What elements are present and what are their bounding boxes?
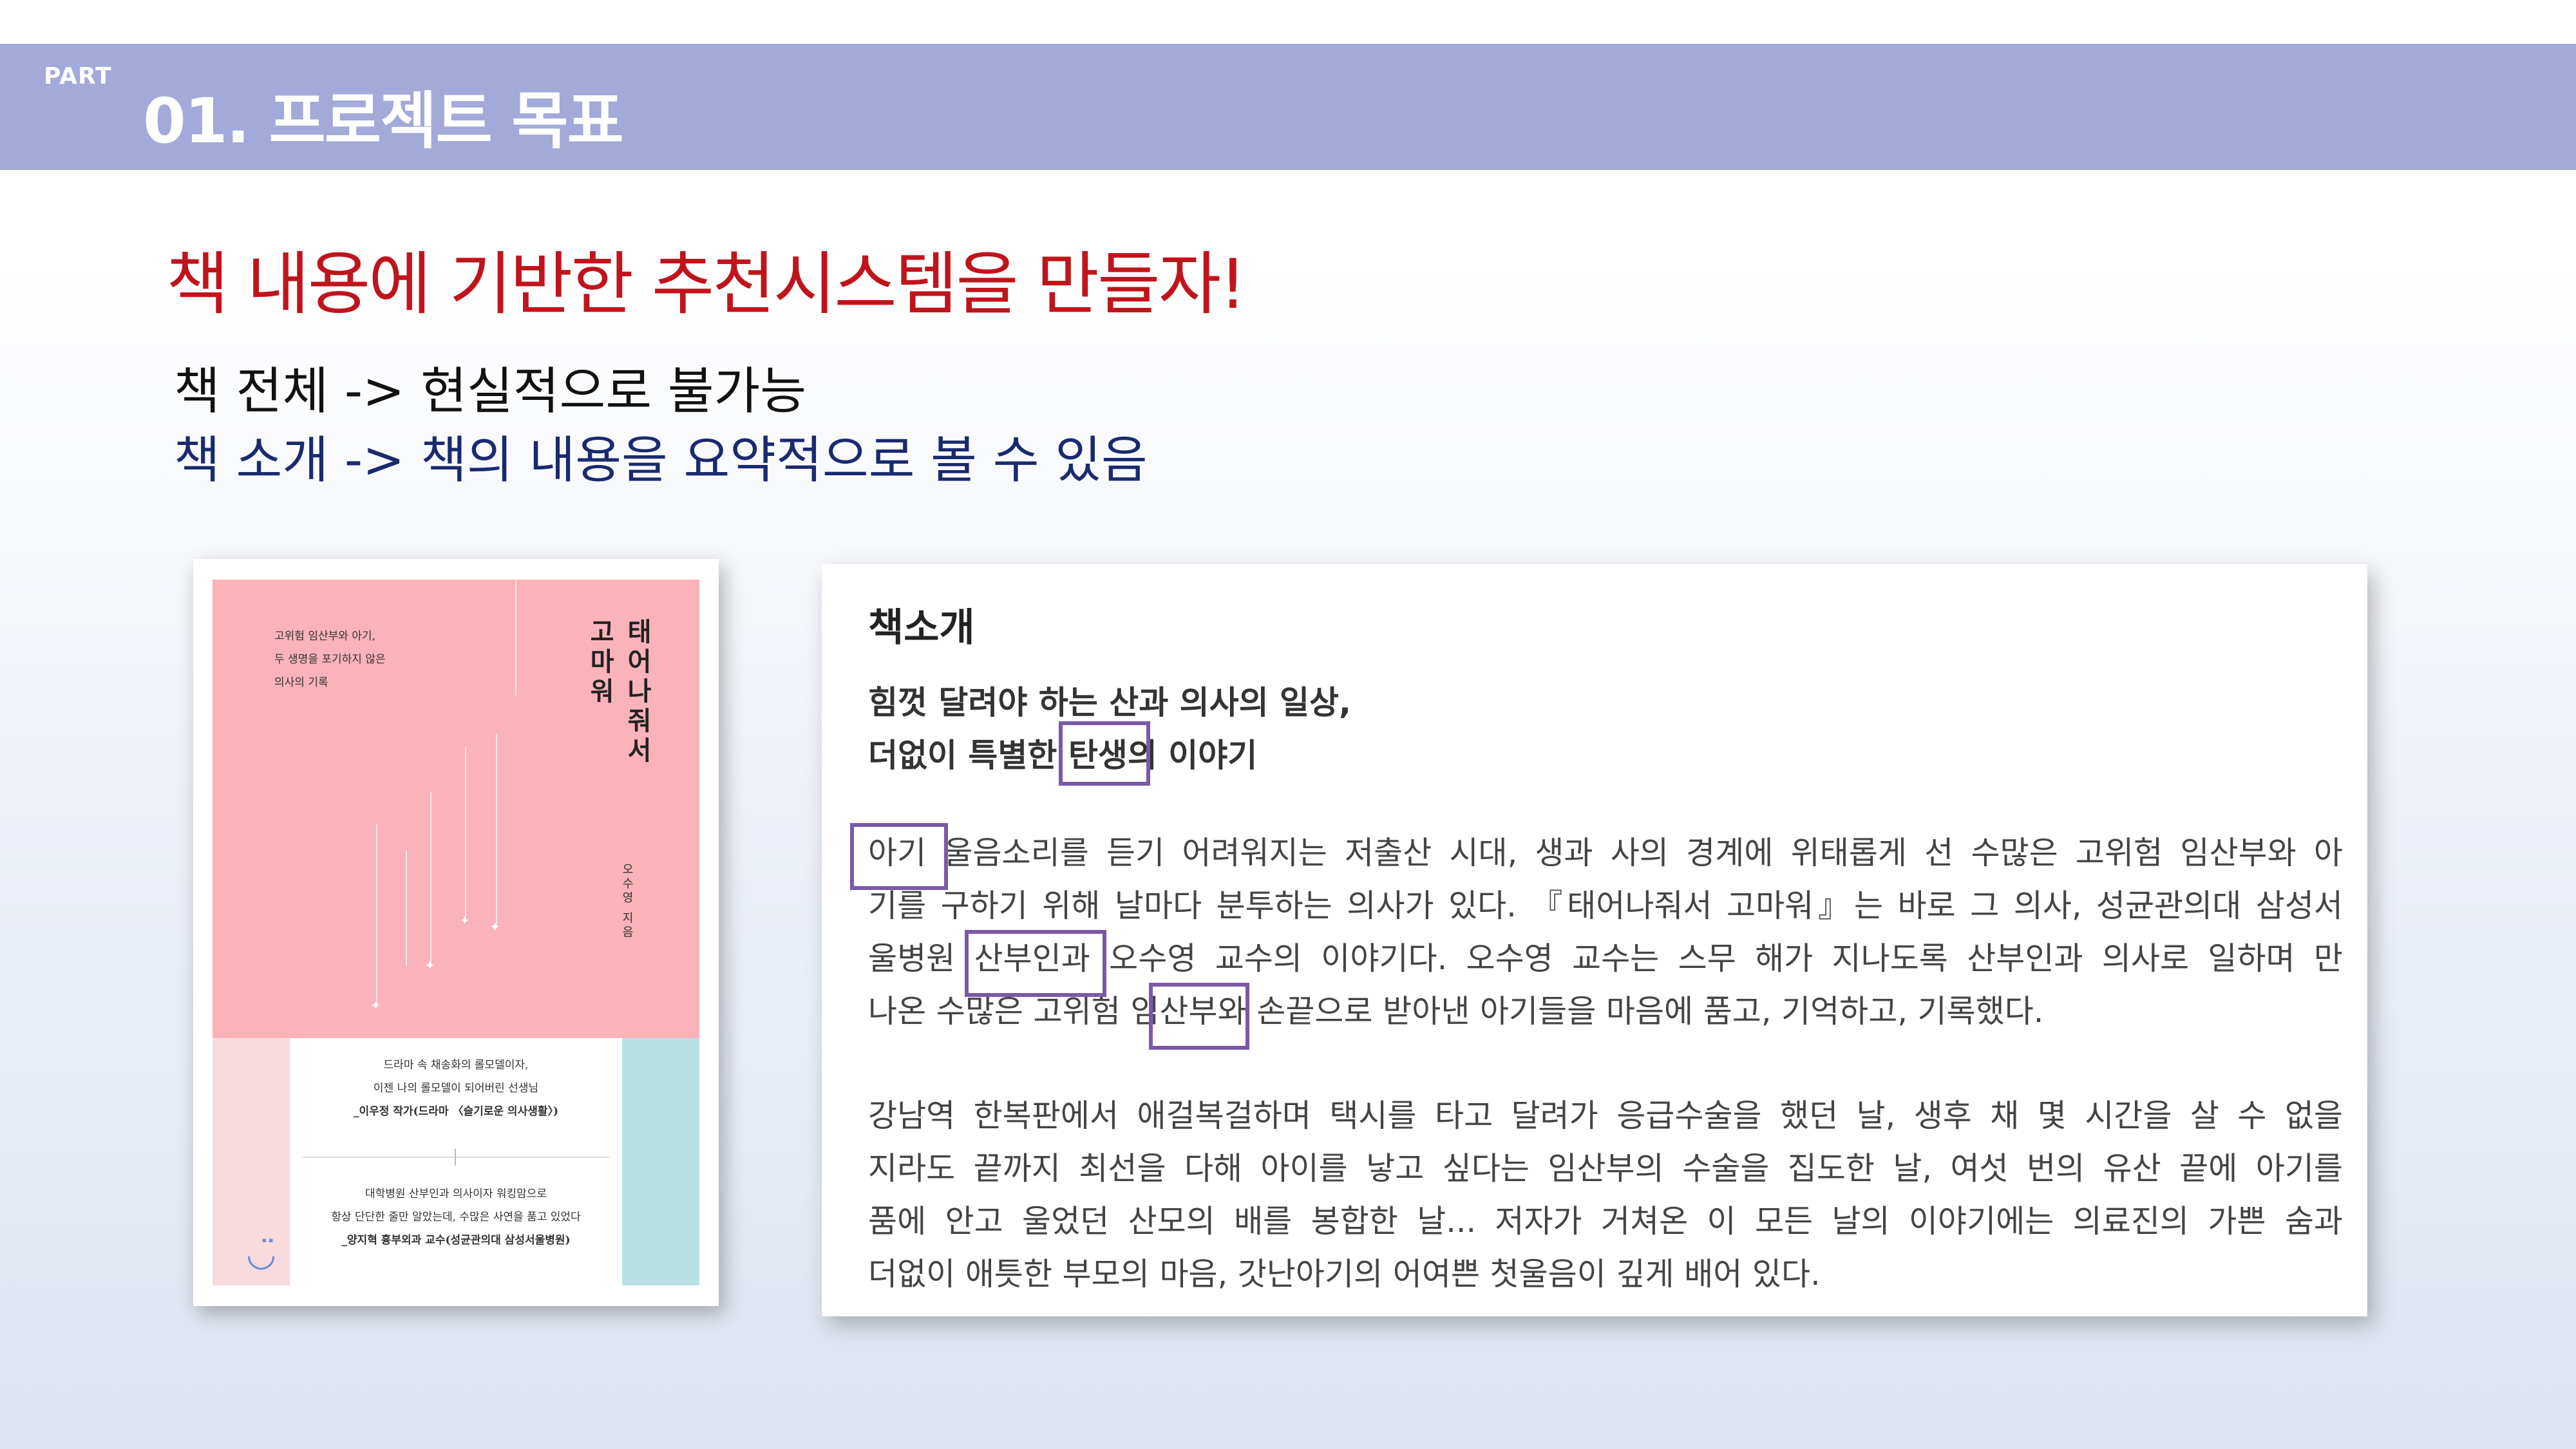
cover-right-strip <box>622 1038 699 1285</box>
quote-attribution: _양지혁 흉부외과 교수(성균관의대 삼성서울병원) <box>341 1234 571 1247</box>
quote-line: 항상 단단한 줄만 알았는데, 수많은 사연을 품고 있었다 <box>331 1211 581 1224</box>
cover-falling-line <box>496 734 497 927</box>
paragraph-line: 품에 안고 울었던 산모의 배를 봉합한 날... 저자가 거쳐온 이 모든 날… <box>868 1203 2343 1240</box>
book-cover: ✦ ✦ ✦ ✦ 고위험 임산부와 아기, 두 생명을 포기하지 않은 의사의 기… <box>213 580 699 1285</box>
cover-falling-line <box>376 824 377 1005</box>
paragraph-line: 기를 구하기 위해 날마다 분투하는 의사가 있다. 『태어나줘서 고마워』는 … <box>868 887 2343 924</box>
intro-paragraph-2: 강남역 한복판에서 애걸복걸하며 택시를 타고 달려가 응급수술을 했던 날, … <box>868 1090 2343 1301</box>
intro-heading: 책소개 <box>868 605 975 650</box>
cover-falling-line <box>465 747 466 921</box>
headline: 책 내용에 기반한 추천시스템을 만들자! <box>166 245 1247 324</box>
cover-quote-1: 드라마 속 채송화의 롤모델이자, 이젠 나의 롤모델이 되어버린 선생님 _이… <box>303 1054 609 1123</box>
highlight-box-birth <box>1059 721 1150 786</box>
smile-logo-icon: ◡̈ <box>246 1233 277 1274</box>
cover-author: 오수영 지음 <box>620 863 634 940</box>
section-title: 01. 프로젝트 목표 <box>143 85 624 157</box>
paragraph-line: 지라도 끝까지 최선을 다해 아이를 낳고 싶다는 임산부의 수술을 집도한 날… <box>868 1150 2343 1187</box>
book-cover-image: ✦ ✦ ✦ ✦ 고위험 임산부와 아기, 두 생명을 포기하지 않은 의사의 기… <box>193 559 719 1306</box>
cover-falling-line <box>406 850 407 966</box>
paragraph-line: 아기 울음소리를 듣기 어려워지는 저출산 시대, 생과 사의 경계에 위태롭게… <box>868 835 2343 871</box>
highlight-box-obgyn <box>965 930 1106 997</box>
point-full-book: 책 전체 -> 현실적으로 불가능 <box>174 363 807 421</box>
cover-blurb-line: 고위험 임산부와 아기, <box>274 630 375 643</box>
part-label: PART <box>44 63 112 90</box>
highlight-box-baby <box>850 823 948 890</box>
paragraph-line: 강남역 한복판에서 애걸복걸하며 택시를 타고 달려가 응급수술을 했던 날, … <box>868 1097 2343 1134</box>
book-intro-card: 책소개 힘껏 달려야 하는 산과 의사의 일상, 더없이 특별한 탄생의 이야기… <box>822 564 2367 1316</box>
point-book-intro: 책 소개 -> 책의 내용을 요약적으로 볼 수 있음 <box>174 431 1148 489</box>
cover-falling-line <box>515 580 516 696</box>
quote-divider <box>303 1157 609 1158</box>
highlight-box-pregnant <box>1149 983 1249 1050</box>
quote-attribution: _이우정 작가(드라마 〈슬기로운 의사생활〉) <box>353 1105 559 1118</box>
cover-title-col1: 태어나줘서 <box>622 618 652 766</box>
cover-blurb-line: 의사의 기록 <box>274 676 328 689</box>
sparkle-icon: ✦ <box>459 913 470 928</box>
intro-subtitle-1: 힘껏 달려야 하는 산과 의사의 일상, <box>868 684 1352 721</box>
sparkle-icon: ✦ <box>370 998 381 1013</box>
cover-falling-line <box>430 792 431 966</box>
quote-line: 드라마 속 채송화의 롤모델이자, <box>383 1059 529 1072</box>
quote-line: 대학병원 산부인과 의사이자 워킹맘으로 <box>365 1188 547 1200</box>
cover-title-col2: 고마워 <box>585 618 615 707</box>
cover-blurb: 고위험 임산부와 아기, 두 생명을 포기하지 않은 의사의 기록 <box>274 625 468 694</box>
sparkle-icon: ✦ <box>424 958 435 973</box>
quote-line: 이젠 나의 롤모델이 되어버린 선생님 <box>373 1082 539 1095</box>
quote-divider-tick <box>455 1149 456 1166</box>
cover-quote-2: 대학병원 산부인과 의사이자 워킹맘으로 항상 단단한 줄만 알았는데, 수많은… <box>303 1182 609 1252</box>
cover-blurb-line: 두 생명을 포기하지 않은 <box>274 653 386 666</box>
sparkle-icon: ✦ <box>489 919 500 934</box>
paragraph-line: 더없이 애틋한 부모의 마음, 갓난아기의 어여쁜 첫울음이 깊게 배어 있다. <box>868 1256 1821 1293</box>
